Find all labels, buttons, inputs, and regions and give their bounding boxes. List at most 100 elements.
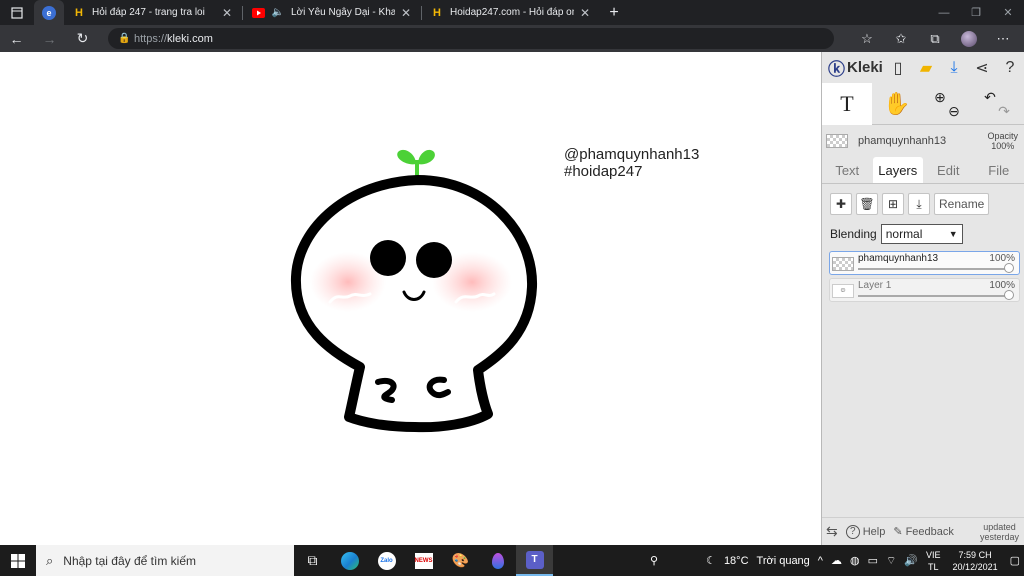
restore-icon[interactable]: ❐ bbox=[960, 0, 992, 25]
layer-opacity-slider[interactable] bbox=[858, 268, 1009, 270]
weather-text[interactable]: Trời quang bbox=[753, 555, 814, 567]
notifications-icon[interactable]: ▢ bbox=[1006, 554, 1024, 567]
battery-icon[interactable]: ▭ bbox=[864, 554, 882, 567]
minimize-icon[interactable]: — bbox=[928, 0, 960, 25]
more-menu-icon[interactable]: ⋯ bbox=[986, 31, 1020, 47]
collections-icon[interactable]: ⧉ bbox=[918, 31, 952, 47]
droplet-app-icon[interactable] bbox=[479, 545, 516, 576]
tab-text[interactable]: Text bbox=[822, 157, 873, 183]
paint-icon[interactable]: 🎨 bbox=[442, 545, 479, 576]
window-controls: — ❐ ✕ bbox=[928, 0, 1024, 25]
blending-mode-select[interactable]: normal ▼ bbox=[880, 224, 963, 244]
start-button[interactable] bbox=[0, 545, 36, 576]
tab-file[interactable]: File bbox=[974, 157, 1024, 183]
tab-youtube[interactable]: 🔈 Lời Yêu Ngây Dại - Kha - Yo ✕ bbox=[243, 0, 421, 25]
tab-hoidap-2[interactable]: H Hoidap247.com - Hỏi đáp online ✕ bbox=[422, 0, 600, 25]
current-layer-thumbnail bbox=[826, 134, 848, 148]
new-image-icon[interactable]: ▯ bbox=[884, 52, 912, 83]
avatar bbox=[961, 30, 977, 47]
tab-edit[interactable]: Edit bbox=[923, 157, 974, 183]
layer-opacity-handle[interactable] bbox=[1004, 263, 1014, 273]
add-favorite-icon[interactable]: ☆ bbox=[850, 31, 884, 47]
tab-hoidap-1[interactable]: H Hỏi đáp 247 - trang tra loi ✕ bbox=[64, 0, 242, 25]
tab-actions-menu[interactable] bbox=[0, 0, 34, 25]
add-layer-button[interactable]: ✚ bbox=[830, 193, 852, 215]
lock-icon[interactable]: 🔒 bbox=[118, 33, 134, 44]
hoidap-favicon-icon: H bbox=[75, 6, 83, 19]
duplicate-layer-button[interactable]: ⊞ bbox=[882, 193, 904, 215]
new-tab-button[interactable]: + bbox=[600, 4, 628, 22]
people-icon[interactable]: ⚲ bbox=[646, 554, 662, 567]
hoidap-favicon-icon: H bbox=[433, 6, 441, 19]
zoom-out-icon[interactable]: ⊖ bbox=[948, 104, 960, 118]
layer-opacity-slider[interactable] bbox=[858, 295, 1009, 297]
layer-opacity-handle[interactable] bbox=[1004, 290, 1014, 300]
kleki-logo[interactable]: ⓚ Kleki bbox=[828, 55, 883, 80]
news-app-icon[interactable]: NEWS bbox=[405, 545, 442, 576]
help-circle-icon: ? bbox=[845, 524, 860, 539]
layer-item[interactable]: ☺ Layer 1 100% bbox=[829, 278, 1020, 302]
hand-tool-icon[interactable]: ✋ bbox=[872, 83, 922, 125]
back-button[interactable]: ← bbox=[0, 25, 33, 52]
download-icon[interactable]: ⤓ bbox=[940, 52, 968, 83]
weather-moon-icon[interactable]: ☾ bbox=[702, 554, 720, 567]
address-bar[interactable]: 🔒 https://kleki.com bbox=[108, 28, 834, 49]
merge-layer-button[interactable]: ⤓ bbox=[908, 193, 930, 215]
weather-temp[interactable]: 18°C bbox=[720, 555, 753, 567]
chevron-down-icon: ▼ bbox=[948, 229, 958, 239]
feedback-button[interactable]: ✎ Feedback bbox=[889, 525, 958, 539]
zalo-icon[interactable]: Zalo bbox=[368, 545, 405, 576]
show-hidden-icons-icon[interactable]: ^ bbox=[814, 555, 827, 567]
layer-item[interactable]: phamquynhanh13 100% bbox=[829, 251, 1020, 275]
volume-icon[interactable]: 🔊 bbox=[900, 554, 922, 567]
reload-button[interactable]: ↻ bbox=[66, 25, 99, 52]
close-tab-icon[interactable]: ✕ bbox=[399, 6, 413, 20]
forward-button[interactable]: → bbox=[33, 25, 66, 52]
drawing-canvas[interactable]: @phamquynhanh13 #hoidap247 bbox=[0, 52, 821, 545]
share-icon[interactable]: ⋖ bbox=[968, 52, 996, 83]
windows-logo-icon bbox=[11, 553, 25, 568]
zoom-controls: ⊕ ⊖ bbox=[922, 83, 972, 124]
help-button[interactable]: ? Help bbox=[842, 524, 890, 539]
profile-avatar[interactable] bbox=[952, 30, 986, 47]
swap-panel-button[interactable]: ⇆ bbox=[822, 523, 842, 540]
edge-icon[interactable] bbox=[331, 545, 368, 576]
teams-icon[interactable]: T bbox=[516, 545, 553, 576]
tab-kleki[interactable]: e bbox=[34, 0, 64, 25]
wifi-icon[interactable]: ⌔ bbox=[882, 554, 900, 568]
undo-icon[interactable]: ↶ bbox=[984, 90, 996, 104]
kleki-favicon-icon: e bbox=[42, 5, 56, 20]
opacity-readout: Opacity 100% bbox=[987, 131, 1018, 151]
blending-label: Blending bbox=[830, 227, 877, 241]
close-window-icon[interactable]: ✕ bbox=[992, 0, 1024, 25]
favorites-icon[interactable]: ✩ bbox=[884, 31, 918, 47]
history-controls: ↶ ↷ bbox=[972, 83, 1022, 124]
eye-left bbox=[370, 240, 406, 276]
rename-layer-button[interactable]: Rename bbox=[934, 193, 990, 215]
kleki-side-panel: ⓚ Kleki ▯ ▰ ⤓ ⋖ ? T ✋ ⊕ ⊖ ↶ ↷ phamquynha… bbox=[821, 52, 1024, 545]
tray-app-icon[interactable]: ◍ bbox=[846, 554, 864, 567]
pencil-icon: ✎ bbox=[893, 526, 903, 538]
task-view-icon[interactable]: ⧉ bbox=[294, 545, 331, 576]
kleki-logo-icon: ⓚ bbox=[828, 60, 845, 79]
tab-layers[interactable]: Layers bbox=[872, 157, 923, 183]
taskbar-clock[interactable]: 7:59 CH 20/12/2021 bbox=[945, 549, 1006, 573]
open-folder-icon[interactable]: ▰ bbox=[912, 52, 940, 83]
mochi-character-drawing bbox=[290, 149, 538, 433]
system-tray: ⚲ ☾ 18°C Trời quang ^ ☁ ◍ ▭ ⌔ 🔊 VIE TL 7… bbox=[646, 545, 1024, 576]
close-tab-icon[interactable]: ✕ bbox=[220, 6, 234, 20]
help-icon[interactable]: ? bbox=[996, 52, 1024, 83]
window-icon bbox=[11, 6, 23, 19]
redo-icon[interactable]: ↷ bbox=[998, 104, 1010, 118]
taskbar-search[interactable]: ⌕ Nhập tại đây để tìm kiếm bbox=[36, 545, 294, 576]
input-language[interactable]: VIE TL bbox=[922, 549, 945, 573]
windows-taskbar: ⌕ Nhập tại đây để tìm kiếm ⧉ Zalo NEWS 🎨… bbox=[0, 545, 1024, 576]
zoom-in-icon[interactable]: ⊕ bbox=[934, 90, 946, 104]
updated-note[interactable]: updated yesterday bbox=[980, 522, 1024, 542]
panel-tabs: Text Layers Edit File bbox=[822, 157, 1024, 184]
cloud-icon[interactable]: ☁ bbox=[827, 554, 846, 567]
text-tool-icon[interactable]: T bbox=[822, 83, 872, 125]
delete-layer-button[interactable]: 🗑 bbox=[856, 193, 878, 215]
close-tab-icon[interactable]: ✕ bbox=[578, 6, 592, 20]
speaker-icon[interactable]: 🔈 bbox=[271, 6, 285, 20]
